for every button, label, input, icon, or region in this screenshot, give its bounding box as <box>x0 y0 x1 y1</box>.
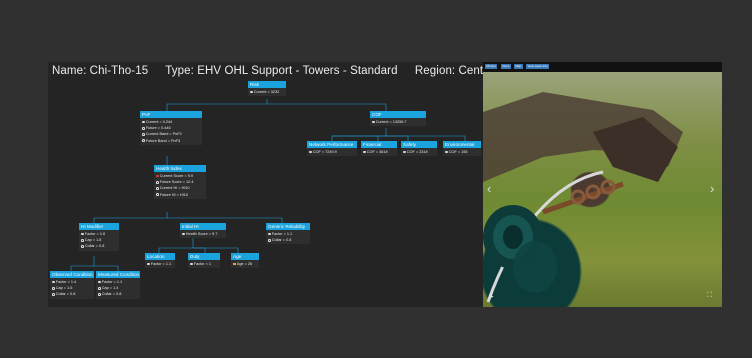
node-risk-label: Risk <box>248 81 286 88</box>
node-measured-label: Measured Condition <box>96 271 140 278</box>
radio-icon <box>445 150 448 154</box>
node-environmental-label: Environmental <box>443 141 481 148</box>
radio-icon <box>363 150 366 154</box>
node-generic-label: Generic Reliability <box>266 223 310 230</box>
node-age-label: Age <box>231 253 259 260</box>
node-age[interactable]: Age Age = 26 <box>231 253 259 269</box>
radio-icon <box>81 232 84 236</box>
warning-square-icon <box>233 262 236 266</box>
photo-toolbar: Photos Docs Map View asset info <box>483 62 722 72</box>
next-photo-icon[interactable]: › <box>710 182 714 195</box>
radio-icon <box>156 193 159 196</box>
node-network-performance[interactable]: Network Performance COF = 7249.9 <box>307 141 357 157</box>
node-location-label: Location <box>145 253 175 260</box>
radio-icon <box>142 126 145 130</box>
node-health-label: Health Index <box>154 165 206 172</box>
node-initial-label: Initial HI <box>180 223 226 230</box>
play-icon[interactable]: ▶ <box>489 294 494 300</box>
node-measured-condition[interactable]: Measured Condition Factor = 1.1 Cap = 1.… <box>96 271 140 299</box>
node-safety[interactable]: Safety COF = 2318 <box>401 141 437 157</box>
node-safety-label: Safety <box>401 141 437 148</box>
radio-icon <box>403 150 406 154</box>
node-hi-modifier[interactable]: HI Modifier Factor = 1.6 Cap = 1.8 Colla… <box>79 223 119 251</box>
radio-icon <box>142 133 145 136</box>
tab-photos[interactable]: Photos <box>485 64 498 69</box>
node-generic-reliability[interactable]: Generic Reliability Factor = 1.1 Collar … <box>266 223 310 245</box>
radio-icon <box>142 120 145 124</box>
radio-icon <box>156 187 159 190</box>
prev-photo-icon[interactable]: ‹ <box>487 182 491 195</box>
node-financial-label: Financial <box>361 141 397 148</box>
radio-icon <box>52 293 55 296</box>
radio-icon <box>309 150 312 154</box>
radio-icon <box>81 238 84 242</box>
radio-icon <box>156 180 159 184</box>
node-financial[interactable]: Financial COF = 3618 <box>361 141 397 157</box>
radio-icon <box>182 232 185 236</box>
radio-icon <box>52 280 55 284</box>
radio-icon <box>81 245 84 248</box>
node-pof-label: PoF <box>140 111 202 118</box>
radio-icon <box>142 139 145 142</box>
node-duty-label: Duty <box>188 253 220 260</box>
fullscreen-icon[interactable]: ⛶ <box>707 292 712 299</box>
node-network-label: Network Performance <box>307 141 357 148</box>
radio-icon <box>98 280 101 284</box>
radio-icon <box>250 90 253 94</box>
view-asset-info-button[interactable]: View asset info <box>526 64 550 69</box>
radio-icon <box>190 262 193 266</box>
tab-docs[interactable]: Docs <box>501 64 511 69</box>
photo-viewer: Photos Docs Map View asset info ‹ › ▶ ⛶ <box>483 62 722 307</box>
node-risk[interactable]: Risk Current = 3232 <box>248 81 286 97</box>
node-cof-label: COF <box>370 111 426 118</box>
node-observed-label: Observed Condition <box>50 271 94 278</box>
radio-icon <box>268 232 271 236</box>
radio-icon <box>268 238 271 242</box>
node-initial-hi[interactable]: Initial HI Health Score = 9.7 <box>180 223 226 239</box>
node-observed-condition[interactable]: Observed Condition Factor = 1.4 Cap = 1.… <box>50 271 94 299</box>
tab-map[interactable]: Map <box>514 64 523 69</box>
radio-icon <box>98 293 101 296</box>
insulator-photo-art <box>483 92 683 303</box>
node-location[interactable]: Location Factor = 1.1 <box>145 253 175 269</box>
node-health-index[interactable]: Health Index Current Score = 9.9 Future … <box>154 165 206 199</box>
node-pof[interactable]: PoF Current = 0.244 Future = 0.446 Curre… <box>140 111 202 145</box>
node-duty[interactable]: Duty Factor = 1 <box>188 253 220 269</box>
node-himod-label: HI Modifier <box>79 223 119 230</box>
node-environmental[interactable]: Environmental COF = 155 <box>443 141 481 157</box>
radio-icon <box>147 262 150 266</box>
asset-photo: ‹ › ▶ ⛶ <box>483 72 722 307</box>
alert-dot-icon <box>156 174 159 178</box>
radio-icon <box>52 286 55 290</box>
asset-tree-panel: Name: Chi-Tho-15 Type: EHV OHL Support -… <box>48 62 496 307</box>
node-cof[interactable]: COF Current = 13256.7 <box>370 111 426 127</box>
radio-icon <box>98 286 101 290</box>
radio-icon <box>372 120 375 124</box>
